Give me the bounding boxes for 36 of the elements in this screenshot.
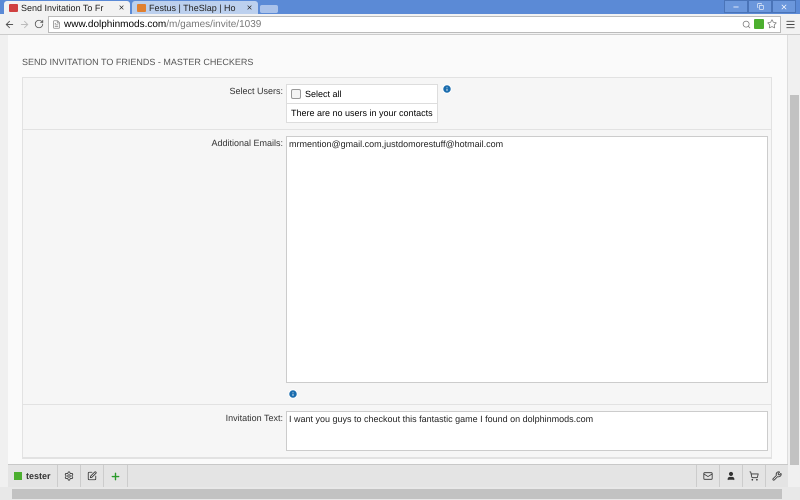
info-icon[interactable] [442,84,452,94]
menu-icon[interactable] [785,18,796,30]
plus-icon[interactable] [110,470,121,482]
invitation-text-field[interactable]: I want you guys to checkout this fantastic game I found on dolphinmods.com [286,411,768,451]
back-icon[interactable] [4,18,15,30]
user-icon[interactable] [726,471,736,481]
star-icon[interactable] [767,19,777,29]
horizontal-scrollbar[interactable] [0,487,800,500]
restore-icon [756,3,764,10]
field-label: Invitation Text: [226,412,283,423]
close-icon [780,2,788,10]
reload-icon[interactable] [34,19,44,29]
address-field[interactable]: www.dolphinmods.com/m/games/invite/1039 [48,16,781,32]
page-icon [52,20,61,28]
wrench-icon[interactable] [772,471,782,481]
cart-icon[interactable] [749,471,759,481]
checkbox-label: Select all [305,89,342,99]
field-label: Select Users: [229,85,283,96]
info-icon[interactable] [288,389,298,399]
settings-icon[interactable] [64,471,74,481]
edit-icon[interactable] [86,471,97,481]
browser-tab[interactable]: Send Invitation To Fr [4,1,130,14]
restore-button[interactable] [748,0,772,13]
mail-icon[interactable] [703,471,713,481]
search-icon[interactable] [742,20,751,28]
close-icon[interactable] [246,4,253,11]
checkbox[interactable] [291,89,301,99]
empty-message: There are no users in your contacts [291,108,433,118]
close-icon[interactable] [118,4,125,11]
browser-tab[interactable]: Festus | TheSlap | Ho [132,1,258,14]
field-label: Additional Emails: [211,137,283,148]
close-button[interactable] [772,0,796,13]
favicon-icon [9,4,18,12]
emails-field[interactable]: mrmention@gmail.com,justdomorestuff@hotmail.com [286,136,768,383]
page-heading: SEND INVITATION TO FRIENDS - MASTER CHECKERS [22,57,254,67]
favicon-icon [137,4,146,12]
